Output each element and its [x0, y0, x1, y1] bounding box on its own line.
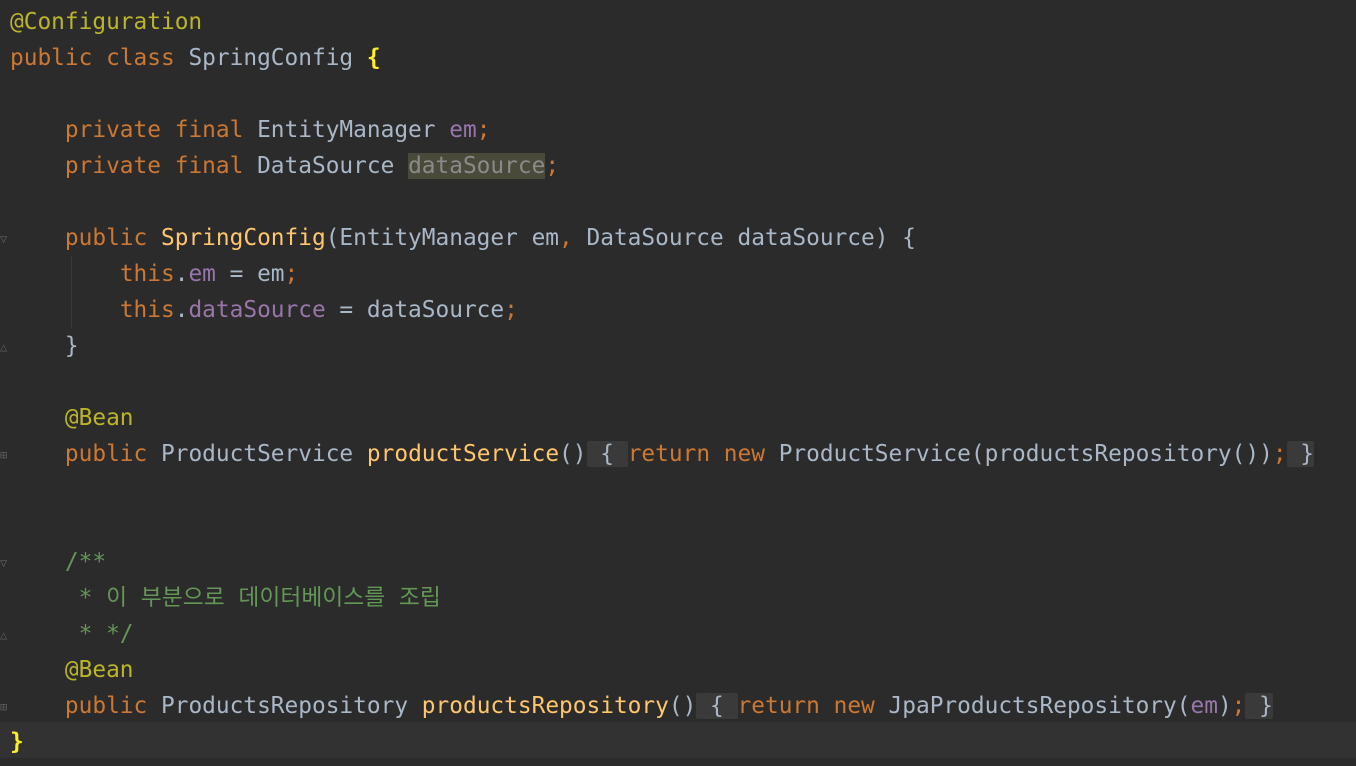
semicolon: ;: [476, 117, 491, 143]
keyword-token: private: [64, 117, 161, 143]
fold-marker-icon[interactable]: ▽: [0, 556, 8, 570]
comma: ,: [559, 225, 573, 251]
fold-marker-icon[interactable]: △: [0, 340, 8, 354]
keyword-token: return: [627, 441, 711, 467]
code-line[interactable]: private final EntityManager em;: [10, 112, 491, 148]
keyword-token: new: [833, 693, 875, 719]
code-line[interactable]: * 이 부분으로 데이터베이스를 조립: [10, 580, 441, 616]
keyword-token: return: [737, 693, 820, 719]
keyword-token: public: [64, 441, 148, 467]
keyword-token: public: [64, 225, 148, 251]
field-token: dataSource: [188, 297, 326, 323]
dot: .: [174, 261, 189, 287]
code-line[interactable]: this.em = em;: [10, 256, 298, 292]
comment-token: /**: [64, 549, 107, 575]
keyword-token: public: [64, 693, 148, 719]
code-line[interactable]: @Bean: [10, 400, 134, 436]
code-editor[interactable]: ▽ △ ⊞ ▽ △ ⊞ @Configuration public class …: [0, 0, 1356, 766]
assign-token: = dataSource: [325, 297, 505, 323]
code-line[interactable]: public SpringConfig(EntityManager em, Da…: [10, 220, 916, 256]
comment-token: * */: [64, 621, 134, 647]
field-token: em: [449, 117, 477, 143]
fold-marker-icon[interactable]: △: [0, 628, 8, 642]
type-token: DataSource: [257, 153, 395, 179]
code-line[interactable]: /**: [10, 544, 106, 580]
keyword-token: final: [174, 117, 244, 143]
type-token: ProductsRepository: [161, 693, 409, 719]
keyword-token: new: [723, 441, 765, 467]
keyword-token: private: [64, 153, 161, 179]
semicolon: ;: [545, 153, 560, 179]
expression-token: JpaProductsRepository(: [888, 693, 1191, 719]
parens-token: (): [668, 693, 697, 719]
constructor-token: SpringConfig: [161, 225, 326, 251]
params-token: DataSource dataSource) {: [572, 225, 916, 251]
method-name-token: productService: [366, 441, 560, 467]
fold-expand-icon[interactable]: ⊞: [0, 448, 8, 462]
code-line[interactable]: * */: [10, 616, 134, 652]
matched-brace: {: [366, 45, 381, 71]
keyword-token: this: [119, 297, 175, 323]
matched-brace: }: [10, 729, 24, 755]
semicolon: ;: [1231, 693, 1246, 719]
code-line[interactable]: private final DataSource dataSource;: [10, 148, 559, 184]
code-line[interactable]: }: [10, 724, 24, 760]
type-token: EntityManager: [257, 117, 436, 143]
code-line[interactable]: public ProductService productService() {…: [10, 436, 1315, 472]
code-line[interactable]: public class SpringConfig {: [10, 40, 381, 76]
comment-token: * 이 부분으로 데이터베이스를 조립: [64, 585, 441, 611]
code-line[interactable]: this.dataSource = dataSource;: [10, 292, 518, 328]
keyword-token: class: [106, 45, 175, 71]
keyword-token: public: [10, 45, 93, 71]
keyword-token: this: [119, 261, 175, 287]
semicolon: ;: [284, 261, 299, 287]
annotation-token: @Bean: [64, 405, 134, 431]
type-token: ProductService: [161, 441, 354, 467]
class-name-token: SpringConfig: [188, 45, 354, 71]
field-token: em: [1190, 693, 1218, 719]
annotation-token: @Configuration: [10, 9, 203, 35]
current-line-highlight: [0, 722, 1356, 758]
folded-region-start[interactable]: {: [696, 693, 738, 719]
folded-region-end[interactable]: }: [1286, 441, 1315, 467]
field-token: em: [188, 261, 216, 287]
code-line[interactable]: @Configuration: [10, 4, 202, 40]
folded-region-start[interactable]: {: [586, 441, 628, 467]
folded-region-end[interactable]: }: [1245, 693, 1273, 719]
code-line[interactable]: public ProductsRepository productsReposi…: [10, 688, 1273, 724]
closing-brace: }: [64, 333, 79, 359]
method-name-token: productsRepository: [421, 693, 669, 719]
dot: .: [174, 297, 189, 323]
fold-expand-icon[interactable]: ⊞: [0, 700, 8, 714]
code-line[interactable]: @Bean: [10, 652, 134, 688]
parens-token: (): [559, 441, 587, 467]
annotation-token: @Bean: [64, 657, 134, 683]
fold-marker-icon[interactable]: ▽: [0, 232, 8, 246]
unused-field-token: dataSource: [408, 153, 546, 179]
semicolon: ;: [504, 297, 518, 323]
expression-token: ProductService(productsRepository()): [778, 441, 1273, 467]
expression-token: ): [1217, 693, 1232, 719]
params-token: (EntityManager em: [325, 225, 560, 251]
semicolon: ;: [1272, 441, 1287, 467]
code-line[interactable]: }: [10, 328, 79, 364]
assign-token: = em: [215, 261, 285, 287]
keyword-token: final: [174, 153, 244, 179]
